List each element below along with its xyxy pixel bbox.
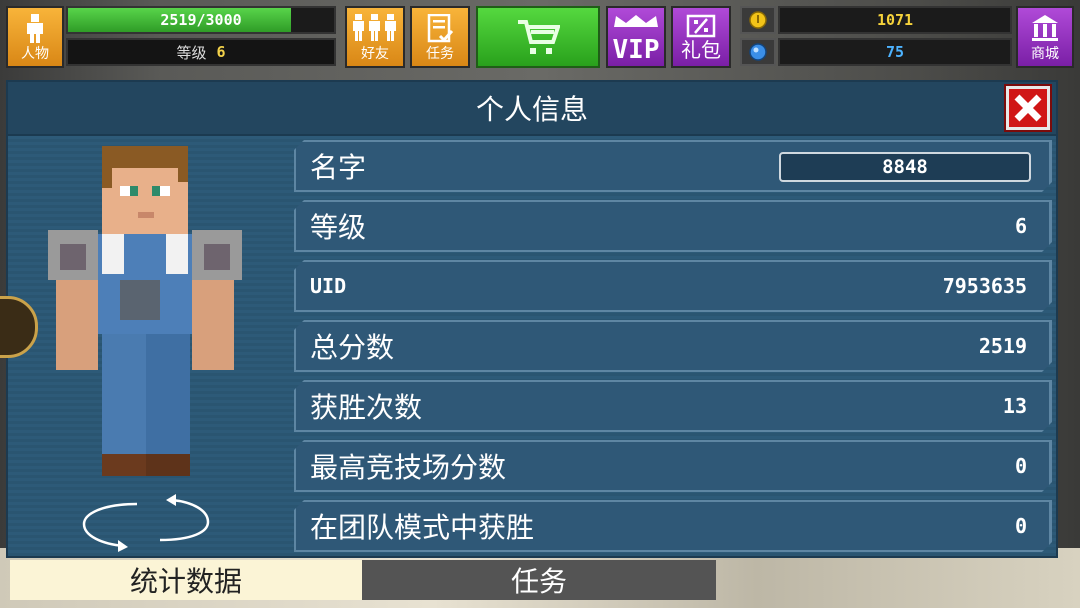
bank-icon	[1032, 15, 1058, 41]
stat-value: 2519	[978, 334, 1027, 358]
level-bar: 等级 6	[66, 38, 336, 66]
character-avatar	[48, 146, 242, 476]
stat-row-total-score: 总分数 2519	[294, 320, 1052, 372]
stat-label: UID	[310, 274, 347, 298]
coin-icon	[749, 11, 767, 29]
tasks-button[interactable]: 任务	[410, 6, 470, 68]
tab-stats-label: 统计数据	[129, 565, 242, 598]
vip-button[interactable]: VIP	[606, 6, 666, 68]
friends-label: 好友	[361, 46, 389, 62]
vip-label: VIP	[612, 35, 660, 65]
character-label: 人物	[21, 46, 49, 62]
gem-icon	[749, 43, 767, 61]
rotate-icon[interactable]	[82, 492, 212, 552]
tab-stats[interactable]: 统计数据	[10, 560, 362, 600]
gem-counter: 75	[778, 38, 1012, 66]
panel-header: 个人信息	[8, 82, 1056, 136]
level-label: 等级	[176, 43, 207, 62]
gift-label: 礼包	[681, 38, 721, 62]
gem-amount: 75	[885, 43, 905, 61]
friends-button[interactable]: 好友	[345, 6, 405, 68]
stat-label: 名字	[310, 151, 367, 184]
friends-icon	[353, 14, 396, 41]
stat-row-team-wins: 在团队模式中获胜 0	[294, 500, 1052, 552]
shop-button[interactable]: 商城	[1016, 6, 1074, 68]
stat-row-uid: UID 7953635	[294, 260, 1052, 312]
stat-label: 在团队模式中获胜	[310, 511, 535, 544]
stat-row-wins: 获胜次数 13	[294, 380, 1052, 432]
coin-icon-box	[740, 6, 776, 34]
name-field[interactable]	[779, 152, 1031, 182]
profile-panel: 个人信息 名字 8848 等级 6 UID 7953635 总分数 2519 获…	[6, 80, 1058, 558]
hp-text: 2519/3000	[160, 11, 242, 29]
stat-value: 6	[1014, 214, 1027, 238]
stat-label: 等级	[310, 211, 367, 244]
level-value: 6	[216, 43, 226, 61]
tab-tasks-label: 任务	[510, 565, 567, 598]
crown-icon	[614, 15, 658, 27]
coin-counter: 1071	[778, 6, 1012, 34]
gem-icon-box	[740, 38, 776, 66]
stat-value: 0	[1014, 514, 1027, 538]
coin-amount: 1071	[876, 11, 914, 29]
close-icon	[1009, 89, 1047, 127]
cart-button[interactable]	[476, 6, 600, 68]
tab-tasks[interactable]: 任务	[362, 560, 716, 600]
panel-title: 个人信息	[475, 93, 588, 126]
stat-value: 7953635	[942, 274, 1027, 298]
stat-label: 最高竞技场分数	[310, 451, 507, 484]
stat-row-name: 名字	[294, 140, 1052, 192]
stat-row-level: 等级 6	[294, 200, 1052, 252]
close-button[interactable]	[1004, 84, 1052, 132]
shop-label: 商城	[1031, 46, 1059, 62]
discount-coupon-icon	[686, 14, 716, 38]
stat-label: 获胜次数	[310, 391, 423, 424]
shopping-cart-icon	[518, 20, 560, 54]
person-icon	[27, 14, 43, 43]
stat-label: 总分数	[310, 331, 395, 364]
task-list-icon	[427, 14, 454, 43]
stat-row-arena-score: 最高竞技场分数 0	[294, 440, 1052, 492]
hp-bar: 2519/3000	[66, 6, 336, 34]
stat-value: 13	[1002, 394, 1027, 418]
character-button[interactable]: 人物	[6, 6, 64, 68]
stats-list: 名字 等级 6 UID 7953635 总分数 2519 获胜次数 13 最高竞…	[294, 140, 1052, 560]
stat-value: 0	[1014, 454, 1027, 478]
gift-button[interactable]: 礼包	[671, 6, 731, 68]
tasks-label: 任务	[426, 46, 454, 62]
